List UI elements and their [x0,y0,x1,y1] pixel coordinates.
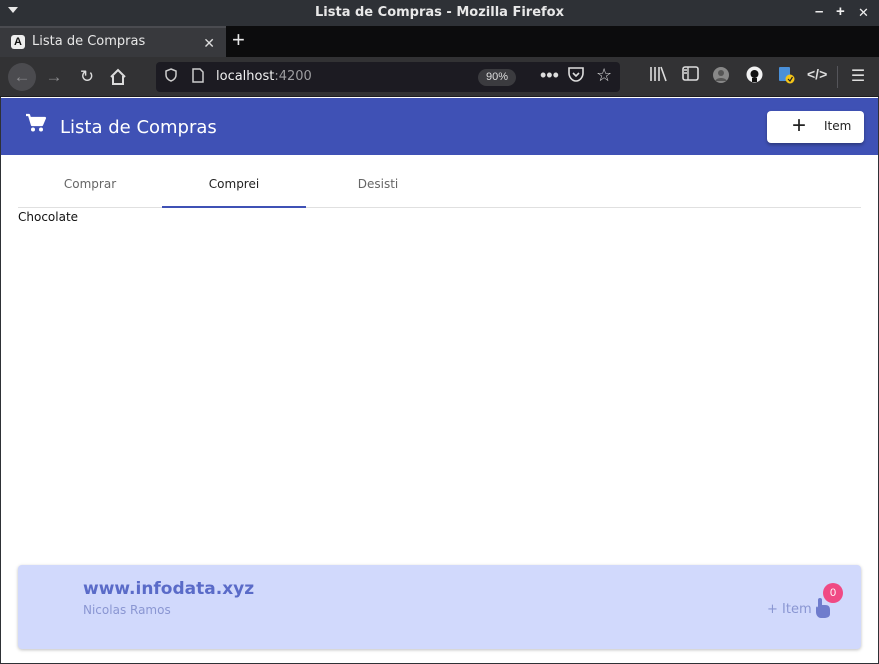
tab-strip: A Lista de Compras ✕ + [0,26,879,57]
home-icon [110,68,126,85]
url-bar[interactable]: localhost:4200 90% ••• ☆ [156,62,620,92]
pocket-icon[interactable] [568,67,584,87]
back-button[interactable]: ← [8,63,36,91]
library-icon[interactable] [648,66,668,87]
reload-button[interactable]: ↻ [74,65,100,89]
add-item-label: Item [824,119,852,133]
app-title: Lista de Compras [60,117,217,138]
reload-icon: ↻ [79,67,95,86]
page-info-icon[interactable] [192,68,204,86]
tab-comprei[interactable]: Comprei [162,155,306,208]
new-tab-button[interactable]: + [232,27,245,53]
window-title: Lista de Compras - Mozilla Firefox [315,5,564,20]
list-item[interactable]: Chocolate [18,210,78,224]
browser-tab[interactable]: A Lista de Compras ✕ [0,26,226,57]
arrow-left-icon: ← [13,67,31,86]
close-window-button[interactable]: ✕ [858,5,869,21]
toolbar-separator [837,66,838,88]
list-tabs: Comprar Comprei Desisti [18,155,861,208]
tab-comprar[interactable]: Comprar [18,155,162,207]
angular-favicon-icon: A [11,35,25,49]
plus-icon: + [792,112,807,139]
footer-add-item-link[interactable]: + Item [767,602,812,617]
notification-badge: 0 [823,583,843,603]
zoom-level[interactable]: 90% [478,69,517,86]
tracking-shield-icon[interactable] [165,68,177,85]
devtools-icon[interactable]: </> [807,66,827,82]
tab-title: Lista de Compras [32,34,146,49]
footer-card: www.infodata.xyz Nicolas Ramos + Item 0 [18,565,861,649]
home-button[interactable] [105,65,131,89]
sidebar-icon[interactable] [680,66,700,86]
window-titlebar: Lista de Compras - Mozilla Firefox – + ✕ [0,0,879,26]
arrow-right-icon: → [45,67,63,86]
extension-icon[interactable] [776,66,796,89]
more-actions-icon[interactable]: ••• [540,65,559,86]
forward-button[interactable]: → [41,65,67,89]
shopping-cart-icon [26,113,47,132]
add-item-button[interactable]: + Item [767,111,864,143]
navigation-toolbar: ← → ↻ localhost:4200 90% ••• ☆ </> ☰ [0,57,879,97]
hamburger-menu-icon[interactable]: ☰ [848,66,868,86]
app-toolbar: Lista de Compras + Item [1,98,878,155]
github-icon[interactable] [744,66,764,88]
star-icon[interactable]: ☆ [596,65,612,86]
tab-desisti[interactable]: Desisti [306,155,450,207]
url-text[interactable]: localhost:4200 [216,69,312,84]
close-tab-button[interactable]: ✕ [203,35,215,52]
footer-site-link[interactable]: www.infodata.xyz [83,579,254,599]
footer-author: Nicolas Ramos [83,603,171,617]
minimize-button[interactable]: – [815,3,823,20]
maximize-button[interactable]: + [836,3,845,20]
account-avatar-icon[interactable] [711,66,731,89]
